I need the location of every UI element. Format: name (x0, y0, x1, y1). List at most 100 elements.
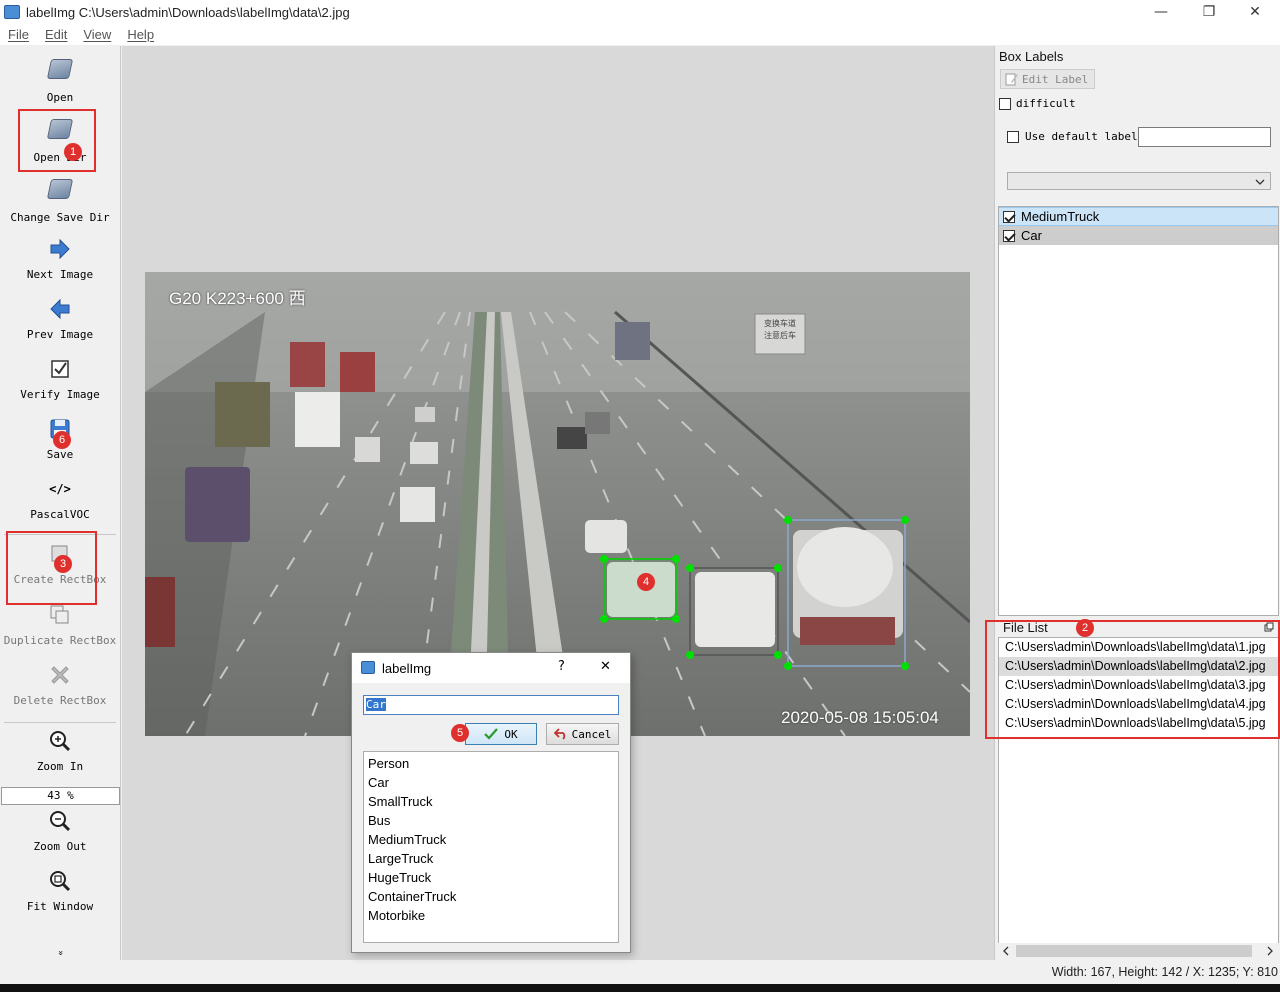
use-default-label-check[interactable] (1007, 130, 1019, 143)
class-item[interactable]: Car (364, 773, 618, 792)
code-icon: </> (49, 482, 71, 496)
file-list-item[interactable]: C:\Users\admin\Downloads\labelImg\data\3… (999, 676, 1278, 695)
menu-help[interactable]: Help (127, 27, 154, 42)
restore-button[interactable]: ❐ (1186, 0, 1232, 24)
label-item-text: Car (1021, 228, 1042, 243)
file-list-item[interactable]: C:\Users\admin\Downloads\labelImg\data\4… (999, 695, 1278, 714)
box-labels-title: Box Labels (999, 49, 1064, 64)
class-item[interactable]: Bus (364, 811, 618, 830)
zoom-level-spinbox[interactable]: 43 % (1, 787, 120, 805)
scroll-right-icon[interactable] (1266, 946, 1274, 956)
checkmark-icon (47, 356, 73, 382)
label-list[interactable]: MediumTruck Car (998, 206, 1279, 616)
label-input[interactable]: Car (363, 695, 619, 715)
menu-file[interactable]: File (8, 27, 29, 42)
menu-edit[interactable]: Edit (45, 27, 67, 42)
status-bar: Width: 167, Height: 142 / X: 1235; Y: 81… (0, 962, 1280, 984)
help-button[interactable]: ? (558, 659, 565, 674)
step-badge: 6 (53, 431, 71, 449)
menu-view[interactable]: View (83, 27, 111, 42)
label-item-text: MediumTruck (1021, 209, 1100, 224)
scrollbar-thumb[interactable] (1016, 945, 1252, 957)
verify-image-button[interactable]: Verify Image (0, 356, 120, 401)
step-badge: 5 (451, 724, 469, 742)
default-label-input[interactable] (1138, 127, 1271, 147)
minimize-button[interactable]: — (1138, 0, 1184, 24)
right-dock: Box Labels Edit Label difficult Use defa… (996, 46, 1280, 960)
open-label: Open (46, 91, 74, 104)
camera-overlay-location: G20 K223+600 西 (169, 289, 306, 308)
fit-window-icon (47, 868, 73, 894)
label-visibility-checkbox[interactable] (1003, 229, 1015, 242)
class-item[interactable]: SmallTruck (364, 792, 618, 811)
label-combobox[interactable] (1007, 172, 1271, 190)
class-item[interactable]: HugeTruck (364, 868, 618, 887)
zoom-out-icon (47, 808, 73, 834)
label-dialog: labelImg ? ✕ Car OK Cancel Person Car Sm… (351, 652, 631, 953)
zoom-in-label: Zoom In (36, 760, 84, 773)
file-list-scrollbar[interactable] (998, 943, 1278, 959)
zoom-in-button[interactable]: Zoom In (0, 728, 120, 773)
camera-overlay-timestamp: 2020-05-08 15:05:04 (781, 708, 939, 727)
label-item-car[interactable]: Car (999, 226, 1278, 245)
duplicate-icon (47, 602, 73, 628)
app-icon (4, 5, 20, 19)
next-image-button[interactable]: Next Image (0, 236, 120, 281)
cancel-button[interactable]: Cancel (546, 723, 619, 745)
fit-window-button[interactable]: Fit Window (0, 868, 120, 913)
delete-rectbox-label: Delete RectBox (13, 694, 107, 707)
folder-open-icon (46, 59, 74, 85)
cancel-label: Cancel (571, 727, 612, 741)
file-list-item[interactable]: C:\Users\admin\Downloads\labelImg\data\5… (999, 714, 1278, 733)
class-item[interactable]: Motorbike (364, 906, 618, 925)
save-label: Save (46, 448, 74, 461)
toolbar-separator (4, 534, 116, 535)
scroll-left-icon[interactable] (1002, 946, 1010, 956)
float-dock-icon[interactable] (1264, 622, 1274, 632)
class-list[interactable]: Person Car SmallTruck Bus MediumTruck La… (363, 751, 619, 943)
zoom-out-button[interactable]: Zoom Out (0, 808, 120, 853)
arrow-right-icon (47, 236, 73, 262)
open-dir-button[interactable]: Open Dir (0, 116, 120, 164)
file-list-title: File List (1003, 620, 1048, 635)
file-list[interactable]: C:\Users\admin\Downloads\labelImg\data\1… (998, 637, 1279, 943)
class-item[interactable]: MediumTruck (364, 830, 618, 849)
prev-image-button[interactable]: Prev Image (0, 296, 120, 341)
difficult-checkbox[interactable]: difficult (999, 97, 1076, 110)
class-item[interactable]: Person (364, 754, 618, 773)
chevron-down-icon (1255, 179, 1265, 185)
step-badge: 4 (637, 573, 655, 591)
zoom-out-label: Zoom Out (33, 840, 87, 853)
edit-icon (1005, 73, 1018, 86)
dialog-close-button[interactable]: ✕ (600, 659, 611, 674)
menu-bar: File Edit View Help (0, 24, 1280, 45)
checkmark-icon (484, 728, 499, 740)
title-bar: labelImg C:\Users\admin\Downloads\labelI… (0, 0, 1280, 24)
difficult-check[interactable] (999, 97, 1011, 110)
label-item-mediumtruck[interactable]: MediumTruck (999, 207, 1278, 226)
folder-open-icon (46, 119, 74, 145)
class-item[interactable]: LargeTruck (364, 849, 618, 868)
file-list-item-selected[interactable]: C:\Users\admin\Downloads\labelImg\data\2… (999, 657, 1278, 676)
format-label: PascalVOC (30, 508, 90, 521)
use-default-label-checkbox[interactable]: Use default label (1007, 130, 1138, 143)
create-rectbox-label: Create RectBox (13, 573, 107, 586)
file-list-item[interactable]: C:\Users\admin\Downloads\labelImg\data\1… (999, 638, 1278, 657)
road-sign: 变换车道 注意后车 (764, 319, 796, 340)
format-toggle-button[interactable]: </> PascalVOC (0, 476, 120, 521)
toolbar-extension-icon[interactable]: » (55, 948, 65, 958)
delete-rectbox-button[interactable]: Delete RectBox (0, 662, 120, 707)
use-default-label-text: Use default label (1025, 130, 1138, 143)
toolbar: Open Open Dir Change Save Dir Next Image… (0, 46, 121, 960)
change-save-dir-label: Change Save Dir (10, 211, 110, 224)
close-button[interactable]: ✕ (1232, 0, 1278, 24)
ok-button[interactable]: OK (465, 723, 537, 745)
open-button[interactable]: Open (0, 56, 120, 104)
duplicate-rectbox-button[interactable]: Duplicate RectBox (0, 602, 120, 647)
class-item[interactable]: ContainerTruck (364, 887, 618, 906)
label-visibility-checkbox[interactable] (1003, 210, 1015, 223)
edit-label-button[interactable]: Edit Label (1000, 69, 1095, 89)
arrow-left-icon (47, 296, 73, 322)
change-save-dir-button[interactable]: Change Save Dir (0, 176, 120, 224)
prev-image-label: Prev Image (26, 328, 94, 341)
